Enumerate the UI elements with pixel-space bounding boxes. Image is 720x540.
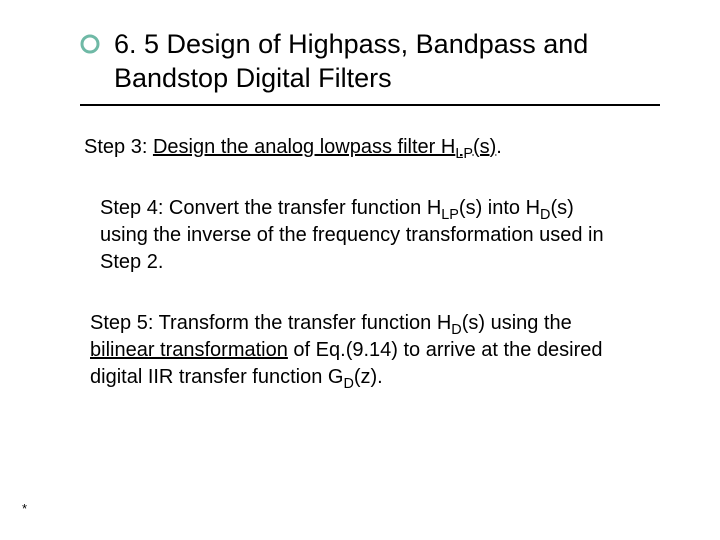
step-4: Step 4: Convert the transfer function HL… bbox=[100, 195, 660, 276]
step3-underlined: Design the analog lowpass filter HLP(s) bbox=[153, 136, 496, 158]
step3-suffix: . bbox=[496, 136, 502, 158]
step-3: Step 3: Design the analog lowpass filter… bbox=[84, 134, 660, 161]
title-row: 6. 5 Design of Highpass, Bandpass and Ba… bbox=[80, 28, 660, 96]
step3-prefix: Step 3: bbox=[84, 136, 153, 158]
title-underline bbox=[80, 104, 660, 106]
step-5: Step 5: Transform the transfer function … bbox=[90, 310, 660, 391]
slide-title: 6. 5 Design of Highpass, Bandpass and Ba… bbox=[114, 28, 660, 96]
footnote-marker: * bbox=[22, 501, 27, 516]
step5-underlined: bilinear transformation bbox=[90, 339, 288, 361]
slide-content: 6. 5 Design of Highpass, Bandpass and Ba… bbox=[0, 0, 720, 391]
ring-bullet-icon bbox=[80, 34, 100, 59]
